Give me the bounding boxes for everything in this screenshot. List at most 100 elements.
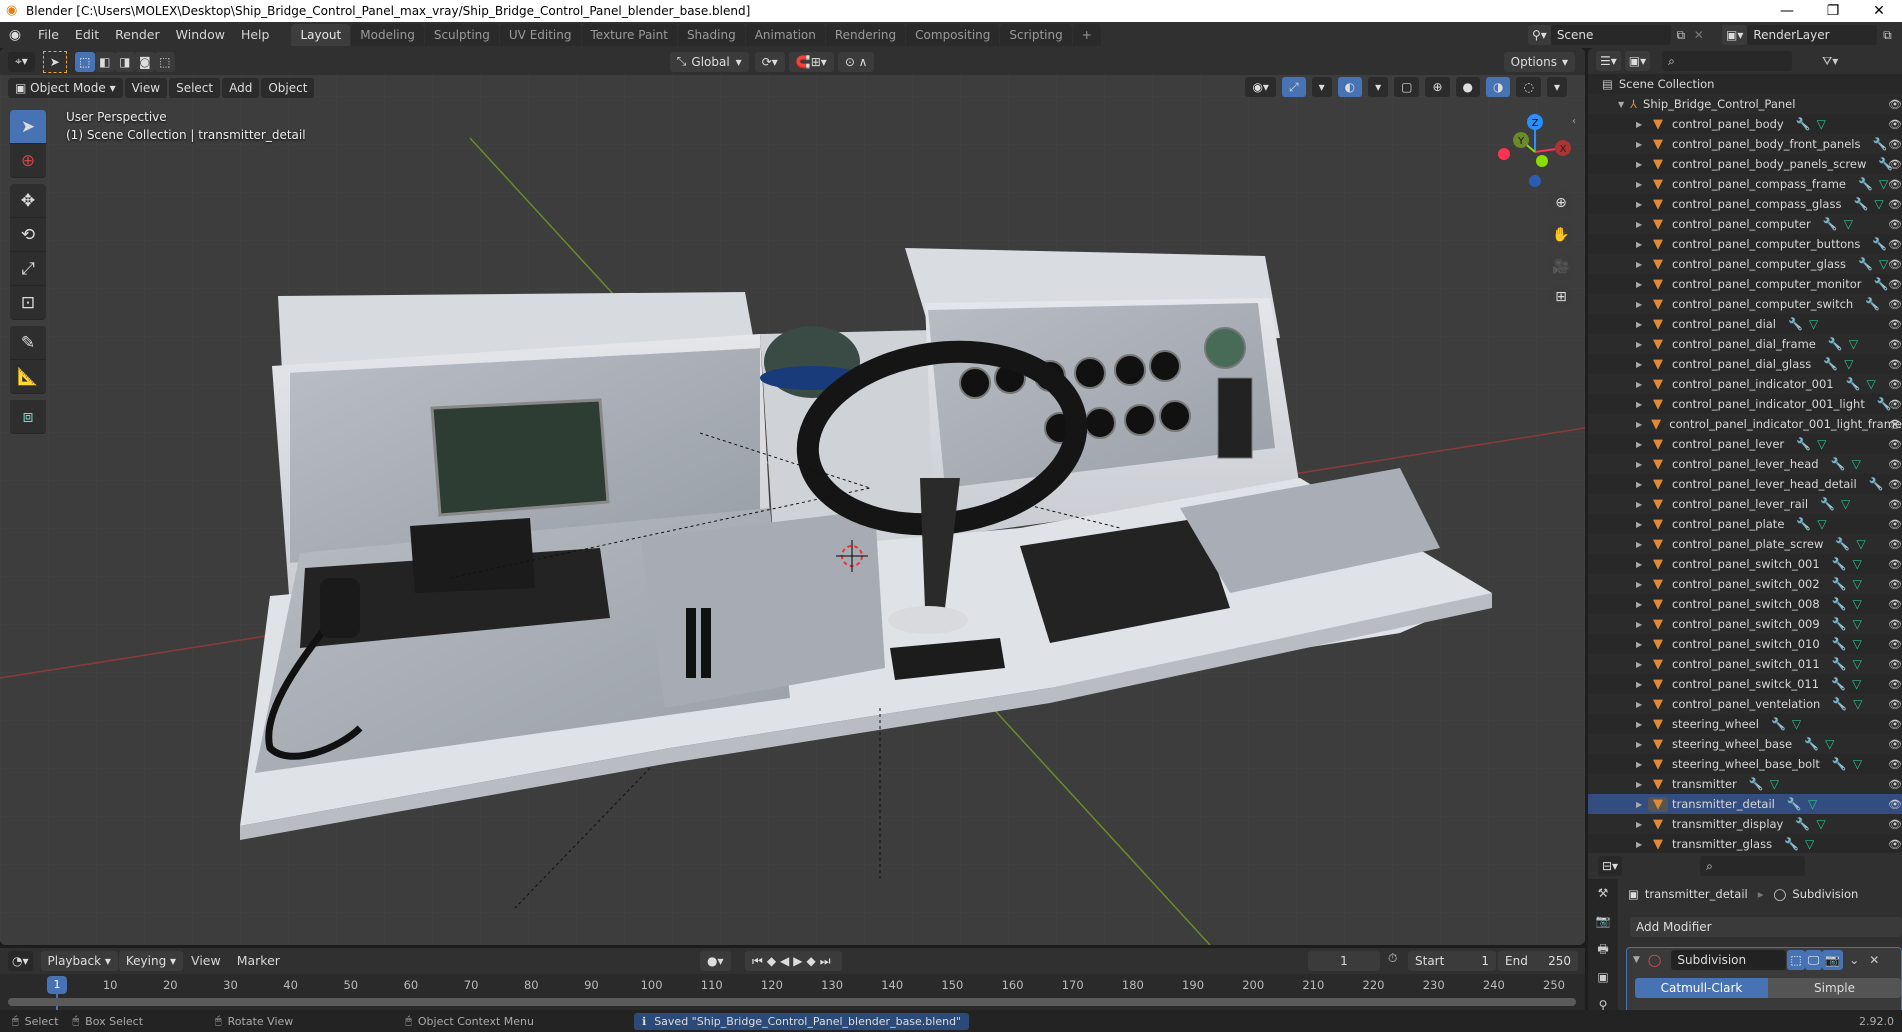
view-layer-browse-icon[interactable]: ▣▾ [1722, 25, 1748, 45]
expand-icon[interactable]: ▶ [1636, 360, 1648, 369]
visibility-eye-icon[interactable]: 👁 [1888, 598, 1902, 611]
start-frame-field[interactable]: Start 1 [1408, 951, 1496, 971]
outliner-item[interactable]: ▶ ▼ control_panel_indicator_001 🔧 ▽ 👁 [1588, 374, 1902, 394]
3d-viewport[interactable]: ⌖▾ ➤ ⬚ ◧ ◨ ◙ ⬚ ⤡ Global ▾ ⟳▾ 🧲⊞▾ ⊙ ∧ Opt… [0, 48, 1585, 945]
mesh-data-icon[interactable]: ▽ [1853, 637, 1862, 651]
modifier-wrench-icon[interactable]: 🔧 [1832, 657, 1847, 671]
visibility-eye-icon[interactable]: 👁 [1888, 678, 1902, 691]
navigation-gizmo[interactable]: Z X Y [1495, 110, 1575, 190]
visibility-eye-icon[interactable]: 👁 [1888, 838, 1902, 851]
menu-select[interactable]: Select [169, 77, 221, 98]
mesh-data-icon[interactable]: ▽ [1844, 357, 1853, 371]
expand-icon[interactable]: ▶ [1636, 420, 1647, 429]
menu-help[interactable]: Help [233, 22, 278, 48]
visibility-eye-icon[interactable]: 👁 [1888, 458, 1902, 471]
object-mode-dropdown[interactable]: ▣ Object Mode ▾ [8, 77, 123, 98]
jump-end-icon[interactable]: ⏭ [820, 954, 835, 969]
end-frame-field[interactable]: End 250 [1498, 951, 1578, 971]
shading-solid[interactable]: ● [1455, 77, 1480, 97]
modifier-wrench-icon[interactable]: 🔧 [1832, 577, 1847, 591]
editor-type-icon[interactable]: ⌖▾ [8, 51, 35, 72]
mesh-data-icon[interactable]: ▽ [1853, 617, 1862, 631]
modifier-wrench-icon[interactable]: 🔧 [1788, 317, 1803, 331]
gizmo-dropdown[interactable]: ▾ [1311, 77, 1332, 97]
outliner-item[interactable]: ▶ ▼ control_panel_computer_monitor 🔧 👁 [1588, 274, 1902, 294]
visibility-eye-icon[interactable]: 👁 [1888, 538, 1902, 551]
modifier-wrench-icon[interactable]: 🔧 [1832, 697, 1847, 711]
expand-icon[interactable]: ▶ [1636, 520, 1648, 529]
menu-view[interactable]: View [124, 77, 168, 98]
modifier-wrench-icon[interactable]: 🔧 [1804, 737, 1819, 751]
expand-icon[interactable]: ▶ [1636, 140, 1648, 149]
expand-icon[interactable]: ▶ [1636, 740, 1648, 749]
expand-icon[interactable]: ▶ [1636, 540, 1648, 549]
scale-tool[interactable]: ⤢ [10, 252, 46, 286]
modifier-wrench-icon[interactable]: 🔧 [1749, 777, 1764, 791]
visibility-eye-icon[interactable]: 👁 [1888, 338, 1902, 351]
expand-icon[interactable]: ▶ [1636, 280, 1648, 289]
mesh-data-icon[interactable]: ▽ [1852, 457, 1861, 471]
expand-icon[interactable]: ▶ [1636, 120, 1648, 129]
select-new-icon[interactable]: ⬚ [74, 51, 95, 72]
visibility-eye-icon[interactable]: 👁 [1888, 618, 1902, 631]
modifier-wrench-icon[interactable]: 🔧 [1832, 637, 1847, 651]
expand-icon[interactable]: ▶ [1636, 600, 1648, 609]
outliner-editor-type-icon[interactable]: ☰▾ [1596, 51, 1621, 71]
outliner-item[interactable]: ▶ ▼ control_panel_switch_002 🔧 ▽ 👁 [1588, 574, 1902, 594]
transform-tool[interactable]: ⊡ [10, 286, 46, 320]
visibility-eye-icon[interactable]: 👁 [1888, 358, 1902, 371]
mesh-data-icon[interactable]: ▽ [1874, 197, 1883, 211]
menu-object[interactable]: Object [261, 77, 315, 98]
play-icon[interactable]: ▶ [793, 954, 806, 968]
mesh-data-icon[interactable]: ▽ [1867, 377, 1876, 391]
transform-orientation-dropdown[interactable]: ⤡ Global ▾ [669, 51, 749, 72]
visibility-eye-icon[interactable]: 👁 [1888, 198, 1902, 211]
timeline-menu-view[interactable]: View [183, 948, 229, 974]
select-box-tool[interactable]: ➤ [10, 110, 46, 144]
tab-layout[interactable]: Layout [291, 24, 351, 46]
outliner-item[interactable]: ▶ ▼ control_panel_switch_008 🔧 ▽ 👁 [1588, 594, 1902, 614]
visibility-eye-icon[interactable]: 👁 [1888, 318, 1902, 331]
tab-texture-paint[interactable]: Texture Paint [581, 24, 677, 46]
mesh-data-icon[interactable]: ▽ [1805, 837, 1814, 851]
keying-dropdown[interactable]: Keying ▾ [118, 951, 184, 971]
visibility-eye-icon[interactable]: 👁 [1888, 578, 1902, 591]
menu-edit[interactable]: Edit [67, 22, 107, 48]
visibility-eye-icon[interactable]: 👁 [1888, 718, 1902, 731]
select-invert-icon[interactable]: ◙ [134, 51, 155, 72]
mesh-data-icon[interactable]: ▽ [1852, 677, 1861, 691]
outliner-item[interactable]: ▶ ▼ control_panel_dial_frame 🔧 ▽ 👁 [1588, 334, 1902, 354]
options-dropdown[interactable]: Options ▾ [1503, 51, 1575, 72]
properties-editor-type-icon[interactable]: ⊟▾ [1598, 856, 1623, 876]
expand-icon[interactable]: ▶ [1636, 620, 1648, 629]
outliner-item[interactable]: ▶ ▼ control_panel_switch_011 🔧 ▽ 👁 [1588, 654, 1902, 674]
modifier-wrench-icon[interactable]: 🔧 [1835, 537, 1850, 551]
outliner-item[interactable]: ▶ ▼ transmitter_display 🔧 ▽ 👁 [1588, 814, 1902, 834]
overlay-toggle[interactable]: ◐ [1337, 77, 1363, 97]
expand-icon[interactable]: ▶ [1636, 400, 1648, 409]
mesh-data-icon[interactable]: ▽ [1853, 557, 1862, 571]
expand-icon[interactable]: ▶ [1636, 580, 1648, 589]
outliner-item[interactable]: ▶ ▼ control_panel_ventelation 🔧 ▽ 👁 [1588, 694, 1902, 714]
expand-icon[interactable]: ▶ [1636, 780, 1648, 789]
modifier-wrench-icon[interactable]: 🔧 [1865, 297, 1880, 311]
scene-collection-row[interactable]: ▤ Scene Collection [1588, 74, 1902, 94]
current-frame-field[interactable]: 1 [1308, 951, 1380, 971]
visibility-eye-icon[interactable]: 👁 [1888, 498, 1902, 511]
outliner-item[interactable]: ▶ ▼ control_panel_plate 🔧 ▽ 👁 [1588, 514, 1902, 534]
outliner-item[interactable]: ▶ ▼ control_panel_indicator_001_light 🔧 👁 [1588, 394, 1902, 414]
chevron-down-icon[interactable]: ⌄ [1849, 953, 1859, 967]
properties-search-input[interactable]: ⌕ [1700, 856, 1806, 876]
visibility-eye-icon[interactable]: 👁 [1888, 118, 1902, 131]
outliner-item[interactable]: ▶ ▼ transmitter_detail 🔧 ▽ 👁 [1588, 794, 1902, 814]
visibility-eye-icon[interactable]: 👁 [1888, 738, 1902, 751]
visibility-eye-icon[interactable]: 👁 [1888, 398, 1902, 411]
remove-modifier-icon[interactable]: ✕ [1869, 953, 1879, 967]
outliner-item[interactable]: ▶ ▼ control_panel_compass_glass 🔧 ▽ 👁 [1588, 194, 1902, 214]
select-intersect-icon[interactable]: ⬚ [154, 51, 175, 72]
expand-icon[interactable]: ▶ [1636, 300, 1648, 309]
tab-animation[interactable]: Animation [745, 24, 825, 46]
modifier-wrench-icon[interactable]: 🔧 [1858, 177, 1873, 191]
outliner-item[interactable]: ▶ ▼ control_panel_lever_head_detail 🔧 👁 [1588, 474, 1902, 494]
measure-tool[interactable]: 📐 [10, 360, 46, 394]
